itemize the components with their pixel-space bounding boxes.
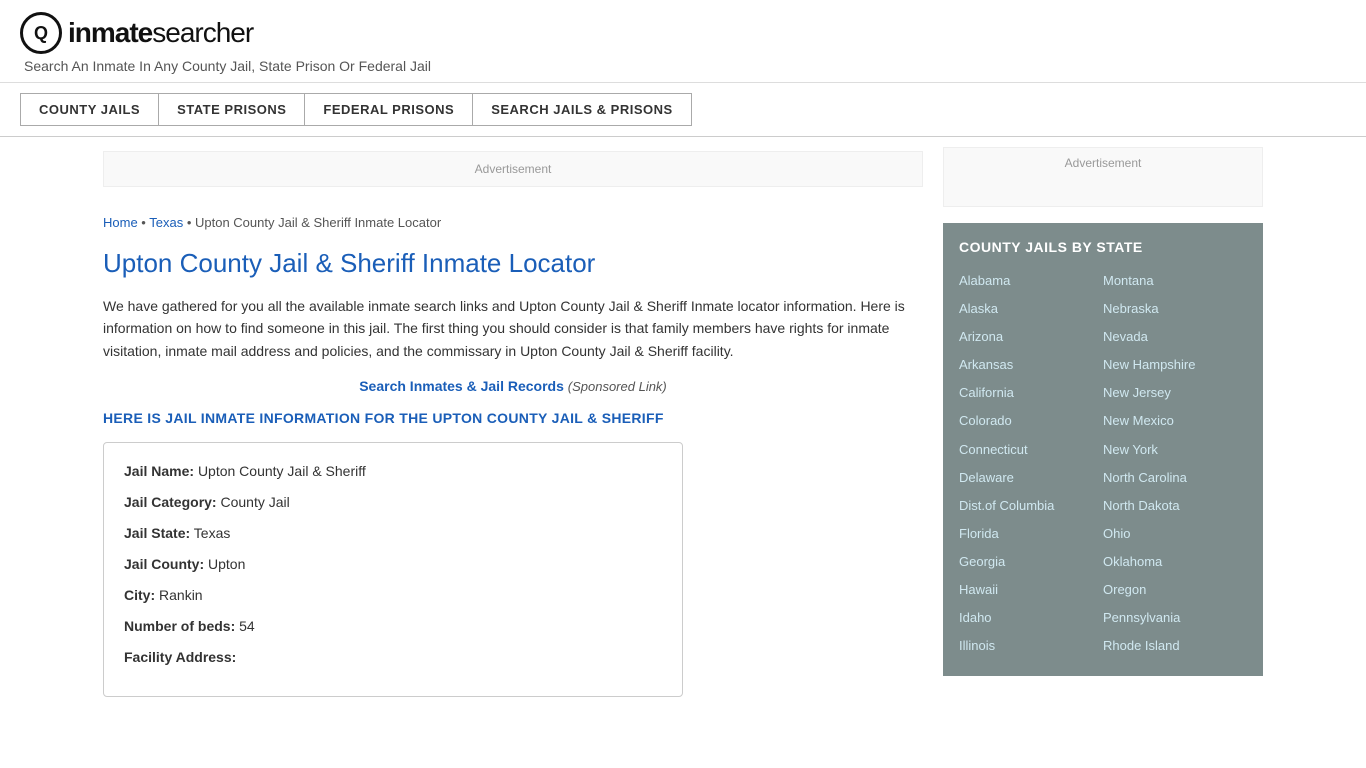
jail-name-label: Jail Name: bbox=[124, 463, 194, 479]
state-link[interactable]: Nevada bbox=[1103, 323, 1247, 351]
nav-county-jails[interactable]: COUNTY JAILS bbox=[20, 93, 159, 126]
jail-beds-value: 54 bbox=[239, 618, 255, 634]
sponsored-link[interactable]: Search Inmates & Jail Records bbox=[359, 378, 564, 394]
nav-search-jails[interactable]: SEARCH JAILS & PRISONS bbox=[472, 93, 691, 126]
state-link[interactable]: Dist.of Columbia bbox=[959, 492, 1103, 520]
state-link[interactable]: Hawaii bbox=[959, 576, 1103, 604]
jail-beds-row: Number of beds: 54 bbox=[124, 616, 662, 637]
jail-city-label: City: bbox=[124, 587, 155, 603]
state-link[interactable]: Idaho bbox=[959, 604, 1103, 632]
ad-banner-top: Advertisement bbox=[103, 151, 923, 187]
site-name-light: searcher bbox=[152, 17, 253, 48]
body-text: We have gathered for you all the availab… bbox=[103, 295, 923, 362]
jail-address-label: Facility Address: bbox=[124, 649, 236, 665]
logo-area: Q inmatesearcher bbox=[20, 12, 1346, 54]
state-link[interactable]: Ohio bbox=[1103, 520, 1247, 548]
nav-federal-prisons[interactable]: FEDERAL PRISONS bbox=[304, 93, 473, 126]
state-link[interactable]: North Carolina bbox=[1103, 464, 1247, 492]
breadcrumb-state[interactable]: Texas bbox=[149, 215, 183, 230]
sidebar: Advertisement COUNTY JAILS BY STATE Alab… bbox=[943, 137, 1263, 717]
jail-name-row: Jail Name: Upton County Jail & Sheriff bbox=[124, 461, 662, 482]
county-jails-box: COUNTY JAILS BY STATE AlabamaAlaskaArizo… bbox=[943, 223, 1263, 676]
jail-city-row: City: Rankin bbox=[124, 585, 662, 606]
sponsored-label: (Sponsored Link) bbox=[568, 379, 667, 394]
state-link[interactable]: New Mexico bbox=[1103, 407, 1247, 435]
states-col1: AlabamaAlaskaArizonaArkansasCaliforniaCo… bbox=[959, 267, 1103, 660]
states-grid: AlabamaAlaskaArizonaArkansasCaliforniaCo… bbox=[959, 267, 1247, 660]
main-content: Advertisement Home • Texas • Upton Count… bbox=[103, 137, 943, 717]
nav-state-prisons[interactable]: STATE PRISONS bbox=[158, 93, 305, 126]
state-link[interactable]: Arizona bbox=[959, 323, 1103, 351]
sponsored-link-area: Search Inmates & Jail Records (Sponsored… bbox=[103, 378, 923, 394]
jail-county-value: Upton bbox=[208, 556, 245, 572]
breadcrumb: Home • Texas • Upton County Jail & Sheri… bbox=[103, 201, 923, 240]
jail-state-label: Jail State: bbox=[124, 525, 190, 541]
page-title: Upton County Jail & Sheriff Inmate Locat… bbox=[103, 248, 923, 279]
state-link[interactable]: Oklahoma bbox=[1103, 548, 1247, 576]
state-link[interactable]: Oregon bbox=[1103, 576, 1247, 604]
state-link[interactable]: New Jersey bbox=[1103, 379, 1247, 407]
state-link[interactable]: Arkansas bbox=[959, 351, 1103, 379]
state-link[interactable]: New York bbox=[1103, 436, 1247, 464]
breadcrumb-current: Upton County Jail & Sheriff Inmate Locat… bbox=[195, 215, 441, 230]
jail-state-value: Texas bbox=[194, 525, 231, 541]
jail-county-label: Jail County: bbox=[124, 556, 204, 572]
site-tagline: Search An Inmate In Any County Jail, Sta… bbox=[24, 58, 1346, 74]
state-link[interactable]: Pennsylvania bbox=[1103, 604, 1247, 632]
state-link[interactable]: Rhode Island bbox=[1103, 632, 1247, 660]
state-link[interactable]: Alabama bbox=[959, 267, 1103, 295]
jail-info-box: Jail Name: Upton County Jail & Sheriff J… bbox=[103, 442, 683, 697]
jail-beds-label: Number of beds: bbox=[124, 618, 235, 634]
jail-county-row: Jail County: Upton bbox=[124, 554, 662, 575]
section-heading: HERE IS JAIL INMATE INFORMATION FOR THE … bbox=[103, 410, 923, 426]
state-link[interactable]: Florida bbox=[959, 520, 1103, 548]
main-nav: COUNTY JAILS STATE PRISONS FEDERAL PRISO… bbox=[0, 83, 1366, 137]
site-header: Q inmatesearcher Search An Inmate In Any… bbox=[0, 0, 1366, 83]
jail-category-label: Jail Category: bbox=[124, 494, 217, 510]
state-link[interactable]: Alaska bbox=[959, 295, 1103, 323]
state-link[interactable]: North Dakota bbox=[1103, 492, 1247, 520]
jail-name-value: Upton County Jail & Sheriff bbox=[198, 463, 366, 479]
state-link[interactable]: Illinois bbox=[959, 632, 1103, 660]
jail-state-row: Jail State: Texas bbox=[124, 523, 662, 544]
jail-city-value: Rankin bbox=[159, 587, 203, 603]
state-link[interactable]: Georgia bbox=[959, 548, 1103, 576]
state-link[interactable]: California bbox=[959, 379, 1103, 407]
state-link[interactable]: New Hampshire bbox=[1103, 351, 1247, 379]
jail-category-value: County Jail bbox=[220, 494, 289, 510]
state-link[interactable]: Delaware bbox=[959, 464, 1103, 492]
state-link[interactable]: Montana bbox=[1103, 267, 1247, 295]
sidebar-ad: Advertisement bbox=[943, 147, 1263, 207]
site-name-bold: inmate bbox=[68, 17, 152, 48]
states-col2: MontanaNebraskaNevadaNew HampshireNew Je… bbox=[1103, 267, 1247, 660]
breadcrumb-home[interactable]: Home bbox=[103, 215, 138, 230]
state-link[interactable]: Connecticut bbox=[959, 436, 1103, 464]
logo-icon: Q bbox=[20, 12, 62, 54]
state-link[interactable]: Colorado bbox=[959, 407, 1103, 435]
county-jails-title: COUNTY JAILS BY STATE bbox=[959, 239, 1247, 255]
state-link[interactable]: Nebraska bbox=[1103, 295, 1247, 323]
jail-category-row: Jail Category: County Jail bbox=[124, 492, 662, 513]
jail-address-row: Facility Address: bbox=[124, 647, 662, 668]
site-title: inmatesearcher bbox=[68, 17, 253, 49]
